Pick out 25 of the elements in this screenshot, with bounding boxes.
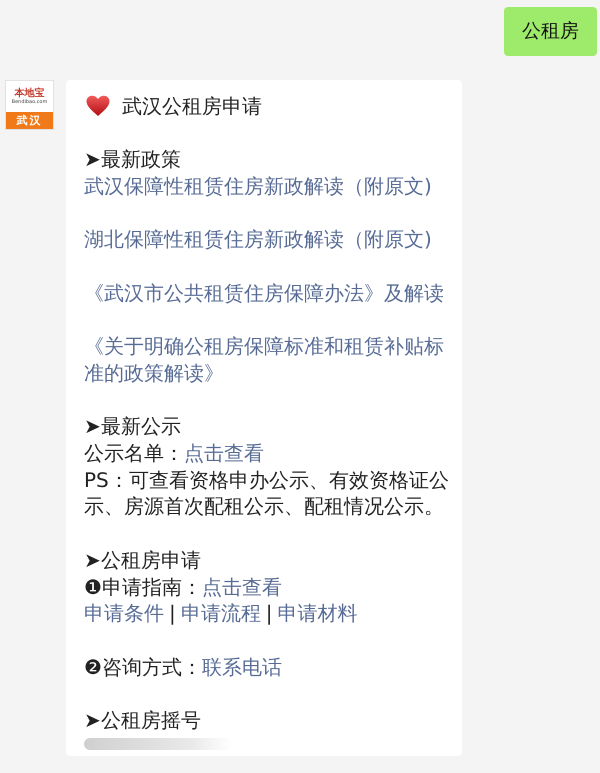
link[interactable]: 武汉保障性租赁住房新政解读（附原文) [84,173,432,200]
heart-icon [86,95,110,118]
link[interactable]: 《关于明确公租房保障标准和租赁补贴标准的政策解读》 [84,333,452,387]
body-text: 公示名单： [84,440,184,467]
body-text: ➤最新政策 [84,146,181,174]
message-bubble: 公租房 [504,7,597,56]
body-text: PS：可查看资格申办公示、有效资格证公示、房源首次配租公示、配租情况公示。 [84,466,450,520]
body-text: ➤公租房申请 [84,546,201,574]
link[interactable]: 《武汉市公共租赁住房保障办法》及解读 [84,280,444,307]
link[interactable]: 联系电话 [202,654,282,680]
link[interactable]: 湖北保障性租赁住房新政解读（附原文) [84,226,432,254]
body-text: ➤最新公示 [84,413,181,440]
link[interactable]: 点击查看 [184,440,264,467]
link[interactable]: 申请流程 [180,600,261,627]
body-text: | [264,600,274,627]
body-text: ❷咨询方式： [84,654,202,680]
brand-text: 本地宝 [14,88,44,99]
message-title: 武汉公租房申请 [122,93,262,120]
link[interactable]: 点击查看 [202,574,282,600]
body-text: | [168,600,177,627]
link[interactable]: 申请材料 [278,600,358,627]
city-label: 武汉 [6,112,53,129]
body-text: ❶申请指南： [84,574,202,600]
link[interactable]: 申请条件 [84,600,164,627]
body-text: ➤公租房摇号 [84,707,201,734]
